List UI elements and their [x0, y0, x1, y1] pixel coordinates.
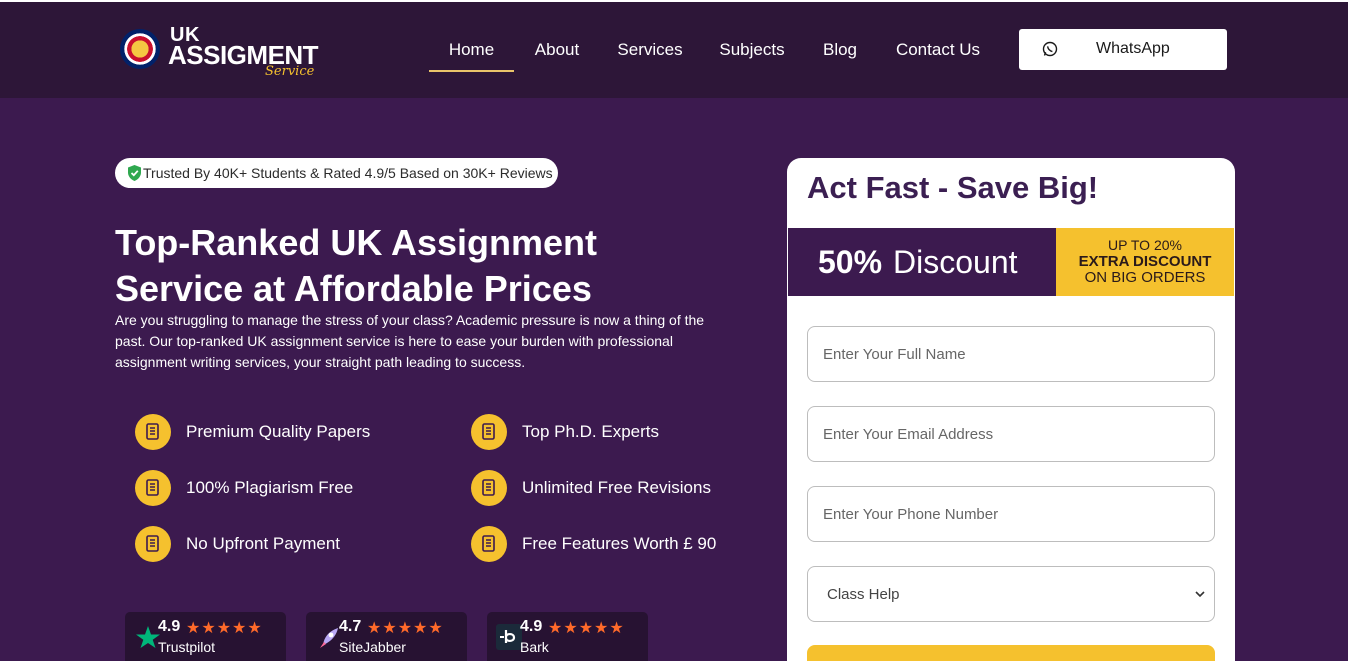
phone-input[interactable]	[807, 486, 1215, 542]
review-site-name: Bark	[520, 639, 549, 655]
document-icon	[135, 470, 171, 506]
review-card-sitejabber[interactable]: 4.7 ★★★★★ SiteJabber	[306, 612, 467, 661]
hero-description: Are you struggling to manage the stress …	[115, 312, 705, 370]
review-score: 4.9	[158, 618, 181, 635]
nav-subjects[interactable]: Subjects	[710, 32, 794, 72]
extra-discount-line2: EXTRA DISCOUNT	[1078, 253, 1212, 270]
hero-title-line2: Service at Affordable Prices	[115, 268, 592, 309]
big-ben-emblem-icon	[120, 29, 160, 69]
whatsapp-button[interactable]: WhatsApp	[1019, 29, 1227, 70]
service-select-value: Class Help	[827, 586, 900, 603]
quote-form-card: Act Fast - Save Big! 50% Discount UP TO …	[787, 158, 1235, 661]
discount-banner: 50% Discount	[788, 228, 1056, 296]
document-icon	[135, 414, 171, 450]
review-site-name: SiteJabber	[339, 639, 406, 655]
hero-title-line1: Top-Ranked UK Assignment	[115, 222, 598, 263]
trust-badge: Trusted By 40K+ Students & Rated 4.9/5 B…	[115, 158, 558, 188]
review-card-bark[interactable]: 4.9 ★★★★★ Bark	[487, 612, 648, 661]
discount-word: Discount	[893, 244, 1018, 280]
discount-percent: 50%	[818, 244, 883, 280]
extra-discount-banner: UP TO 20% EXTRA DISCOUNT ON BIG ORDERS	[1056, 228, 1234, 296]
service-select[interactable]: Class Help	[807, 566, 1215, 622]
document-icon	[471, 414, 507, 450]
review-score: 4.7	[339, 618, 362, 635]
extra-discount-line3: ON BIG ORDERS	[1084, 269, 1206, 286]
document-icon	[135, 526, 171, 562]
rating-stars: ★★★★★	[186, 620, 263, 637]
document-icon	[471, 470, 507, 506]
whatsapp-icon	[1042, 41, 1058, 57]
whatsapp-label: WhatsApp	[1096, 40, 1170, 57]
hero-title: Top-Ranked UK Assignment Service at Affo…	[115, 220, 735, 312]
review-score: 4.9	[520, 618, 543, 635]
feature-label: Free Features Worth £ 90	[522, 534, 717, 553]
form-title: Act Fast - Save Big!	[807, 170, 1099, 205]
nav-services[interactable]: Services	[609, 32, 691, 72]
brand-logo[interactable]: UK ASSIGMENT Service	[120, 20, 330, 82]
nav-about[interactable]: About	[524, 32, 590, 72]
trust-badge-text: Trusted By 40K+ Students & Rated 4.9/5 B…	[143, 165, 553, 181]
rating-stars: ★★★★★	[367, 620, 444, 637]
full-name-input[interactable]	[807, 326, 1215, 382]
feature-label: No Upfront Payment	[186, 534, 341, 553]
site-header: UK ASSIGMENT Service Home About Services…	[0, 2, 1348, 98]
nav-blog[interactable]: Blog	[814, 32, 866, 72]
document-icon	[471, 526, 507, 562]
feature-label: Top Ph.D. Experts	[522, 422, 660, 441]
feature-label: Premium Quality Papers	[186, 422, 371, 441]
feature-label: Unlimited Free Revisions	[522, 478, 711, 497]
rating-stars: ★★★★★	[548, 620, 625, 637]
email-input[interactable]	[807, 406, 1215, 462]
nav-home[interactable]: Home	[429, 32, 514, 72]
feature-label: 100% Plagiarism Free	[186, 478, 354, 497]
logo-text-service: Service	[265, 64, 315, 79]
review-card-trustpilot[interactable]: 4.9 ★★★★★ Trustpilot	[125, 612, 286, 661]
chevron-down-icon	[1195, 591, 1205, 598]
nav-contact-us[interactable]: Contact Us	[888, 32, 988, 72]
submit-button[interactable]	[807, 645, 1215, 661]
extra-discount-line1: UP TO 20%	[1108, 237, 1182, 253]
review-site-name: Trustpilot	[158, 639, 216, 655]
shield-check-icon	[128, 165, 141, 181]
